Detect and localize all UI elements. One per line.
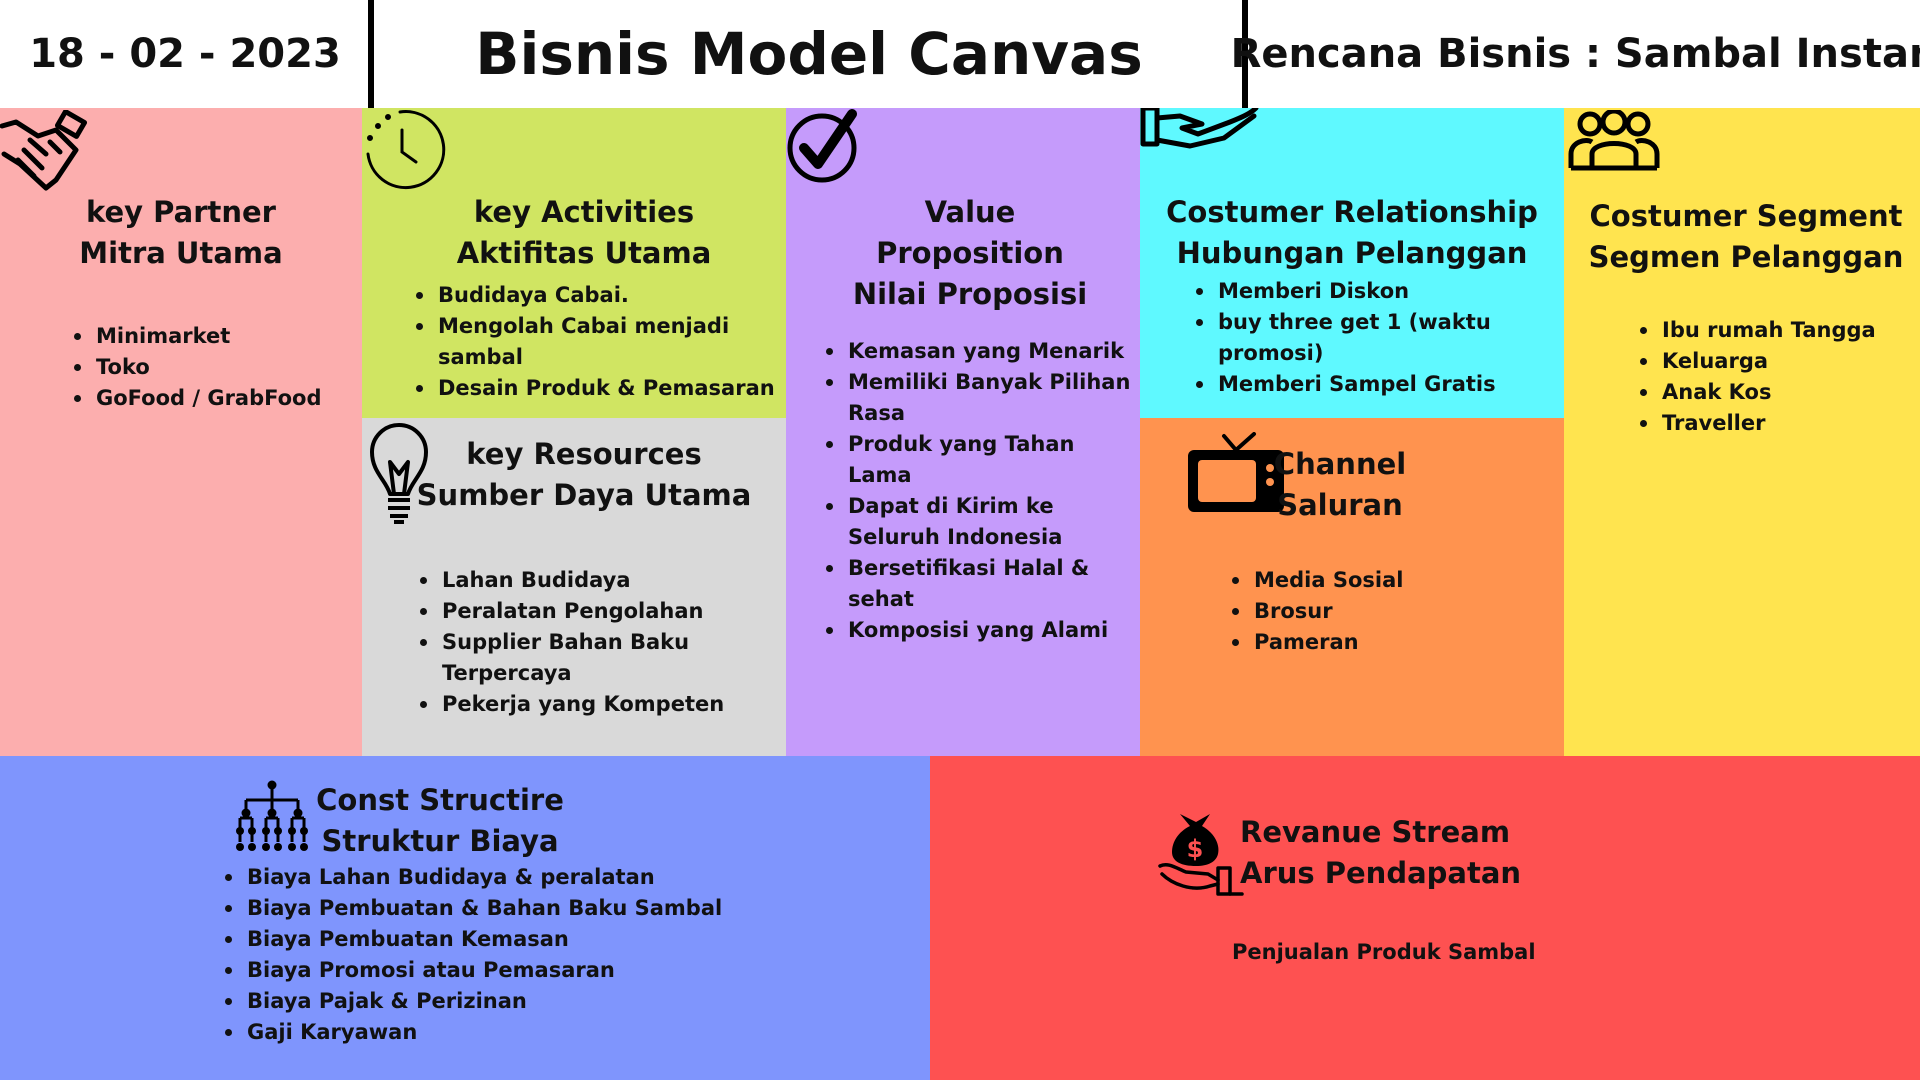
list-item: Memberi Diskon [1192,276,1512,307]
customer-relationship-list: Memberi Diskon buy three get 1 (waktu pr… [1192,276,1512,400]
list-item: Supplier Bahan Baku Terpercaya [416,627,776,689]
header-date: 18 - 02 - 2023 [29,31,341,77]
page-title: Bisnis Model Canvas [475,20,1143,88]
value-proposition-block: Value Proposition Nilai Proposisi Kemasa… [786,108,1140,756]
list-item: Lahan Budidaya [416,565,776,596]
customer-segment-block: Costumer Segment Segmen Pelanggan Ibu ru… [1564,108,1920,756]
list-item: Kemasan yang Menarik [822,336,1138,367]
key-resources-block: key Resources Sumber Daya Utama Lahan Bu… [362,418,786,756]
key-partner-list: Minimarket Toko GoFood / GrabFood [70,321,360,414]
list-item: Biaya Pajak & Perizinan [221,986,741,1017]
list-item: Mengolah Cabai menjadi sambal [412,311,782,373]
customer-segment-list: Ibu rumah Tangga Keluarga Anak Kos Trave… [1636,315,1916,439]
people-group-icon [1568,110,1660,171]
value-proposition-list: Kemasan yang Menarik Memiliki Banyak Pil… [822,336,1138,646]
customer-relationship-block: Costumer Relationship Hubungan Pelanggan… [1140,108,1564,418]
customer-segment-title: Costumer Segment Segmen Pelanggan [1588,199,1904,274]
revenue-stream-text: Penjualan Produk Sambal [1232,940,1536,964]
value-proposition-title: Value Proposition Nilai Proposisi [852,195,1088,311]
cost-structure-list: Biaya Lahan Budidaya & peralatan Biaya P… [221,862,741,1048]
list-item: GoFood / GrabFood [70,383,360,414]
list-item: Brosur [1228,596,1528,627]
list-item: Desain Produk & Pemasaran [412,373,782,404]
list-item: Keluarga [1636,346,1916,377]
list-item: Memberi Sampel Gratis [1192,369,1512,400]
list-item: Peralatan Pengolahan [416,596,776,627]
checkmark-circle-icon [787,109,857,183]
handshake-icon [0,110,88,191]
channel-title: Channel Saluran [1273,447,1407,522]
list-item: Bersetifikasi Halal & sehat [822,553,1138,615]
list-item: Memiliki Banyak Pilihan Rasa [822,367,1138,429]
channel-block: Channel Saluran Media Sosial Brosur Pame… [1140,418,1564,756]
money-bag-hand-icon: $ [1158,814,1244,896]
list-item: Anak Kos [1636,377,1916,408]
cost-structure-title: Const Structire Struktur Biaya [316,783,564,858]
list-item: Ibu rumah Tangga [1636,315,1916,346]
key-activities-block: key Activities Aktifitas Utama Budidaya … [362,108,786,418]
header-plan: Rencana Bisnis : Sambal Instan [1230,31,1920,77]
list-item: Minimarket [70,321,360,352]
list-item: Biaya Pembuatan Kemasan [221,924,741,955]
clock-icon [366,110,446,190]
key-activities-title: key Activities Aktifitas Utama [456,195,712,270]
list-item: Toko [70,352,360,383]
key-partner-block: key Partner Mitra Utama Minimarket Toko … [0,108,362,756]
list-item: Biaya Pembuatan & Bahan Baku Sambal [221,893,741,924]
list-item: Biaya Lahan Budidaya & peralatan [221,862,741,893]
open-hand-icon [1140,108,1259,149]
svg-text:$: $ [1187,835,1204,863]
list-item: Traveller [1636,408,1916,439]
cost-structure-block: Const Structire Struktur Biaya Biaya Lah… [0,756,930,1080]
key-partner-title: key Partner Mitra Utama [79,195,283,270]
list-item: buy three get 1 (waktu promosi) [1192,307,1512,369]
list-item: Produk yang Tahan Lama [822,429,1138,491]
key-resources-title: key Resources Sumber Daya Utama [416,437,752,512]
list-item: Dapat di Kirim ke Seluruh Indonesia [822,491,1138,553]
revenue-stream-block: $ Revanue Stream Arus Pendapatan Penjual… [930,756,1920,1080]
key-activities-list: Budidaya Cabai. Mengolah Cabai menjadi s… [412,280,782,404]
header-bar: 18 - 02 - 2023 Bisnis Model Canvas Renca… [0,0,1920,108]
revenue-stream-title: Revanue Stream Arus Pendapatan [1240,815,1522,890]
list-item: Media Sosial [1228,565,1528,596]
channel-list: Media Sosial Brosur Pameran [1228,565,1528,658]
list-item: Pekerja yang Kompeten [416,689,776,720]
list-item: Komposisi yang Alami [822,615,1138,646]
list-item: Budidaya Cabai. [412,280,782,311]
list-item: Gaji Karyawan [221,1017,741,1048]
key-resources-list: Lahan Budidaya Peralatan Pengolahan Supp… [416,565,776,720]
list-item: Biaya Promosi atau Pemasaran [221,955,741,986]
customer-relationship-title: Costumer Relationship Hubungan Pelanggan [1166,195,1538,270]
list-item: Pameran [1228,627,1528,658]
